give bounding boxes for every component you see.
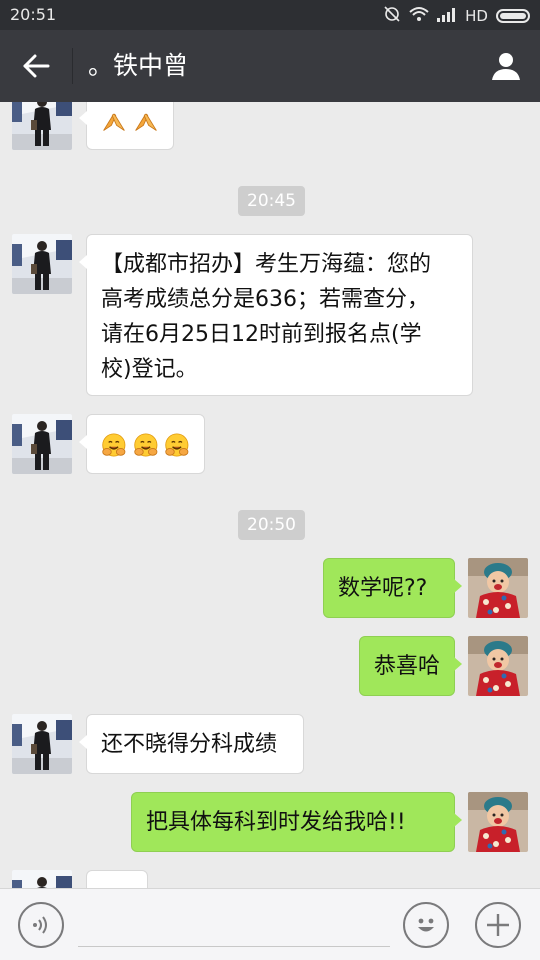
input-bar: [0, 888, 540, 960]
message-text: 把具体每科到时发给我哈!!: [146, 810, 406, 835]
message-bubble-received[interactable]: [79, 414, 205, 474]
person-icon: [492, 53, 520, 80]
nav-divider: [72, 48, 73, 84]
message-timestamp: 20:45: [238, 186, 305, 216]
hug-face-icon: [133, 431, 159, 459]
contact-avatar[interactable]: [12, 714, 72, 774]
status-bar: 20:51 HD: [0, 0, 540, 30]
praying-hands-icon: [101, 107, 127, 135]
message-bubble-received[interactable]: [79, 102, 174, 150]
message-timestamp: 20:50: [238, 510, 305, 540]
my-avatar[interactable]: [468, 558, 528, 618]
contact-avatar[interactable]: [12, 234, 72, 294]
message-line: 【成都市招办】考生万海蕴：您的: [101, 252, 432, 277]
message-bubble-received[interactable]: 还不晓得分科成绩: [79, 714, 304, 774]
message-text: 数学呢??: [338, 576, 428, 601]
message-bubble-received[interactable]: [86, 870, 148, 888]
contact-avatar[interactable]: [12, 102, 72, 150]
chat-title: 。铁中曾: [88, 51, 189, 80]
battery-icon: [496, 9, 530, 23]
chat-area[interactable]: 20:45 【成都市招办】考生万海蕴：您的 高考成绩总分是636；若需查分， 请…: [0, 102, 540, 888]
network-type: HD: [465, 7, 488, 25]
contact-avatar[interactable]: [12, 414, 72, 474]
nav-bar: 。铁中曾: [0, 30, 540, 102]
hug-face-icon: [101, 431, 127, 459]
my-avatar[interactable]: [468, 636, 528, 696]
message-line: 校)登记。: [101, 357, 198, 382]
contact-avatar[interactable]: [12, 870, 72, 888]
voice-icon: [33, 916, 47, 934]
message-line: 高考成绩总分是636；若需查分，: [101, 287, 429, 312]
wifi-icon: [409, 6, 429, 26]
profile-button[interactable]: [486, 46, 526, 86]
mute-icon: [383, 5, 401, 27]
signal-icon: [437, 7, 457, 26]
hug-face-icon: [164, 431, 190, 459]
status-time: 20:51: [10, 5, 57, 24]
praying-hands-icon: [133, 107, 159, 135]
message-bubble-sent[interactable]: 恭喜哈: [359, 636, 462, 696]
plus-icon: [487, 914, 509, 936]
voice-button[interactable]: [18, 902, 64, 948]
emoji-button[interactable]: [403, 902, 449, 948]
more-button[interactable]: [475, 902, 521, 948]
my-avatar[interactable]: [468, 792, 528, 852]
smiley-icon: [418, 918, 434, 932]
message-input[interactable]: [78, 903, 390, 947]
message-bubble-sent[interactable]: 把具体每科到时发给我哈!!: [131, 792, 462, 852]
message-line: 请在6月25日12时前到报名点(学: [101, 322, 422, 347]
arrow-left-icon: [23, 54, 50, 78]
message-bubble-sent[interactable]: 数学呢??: [323, 558, 462, 618]
message-text: 恭喜哈: [374, 654, 441, 679]
message-bubble-received[interactable]: 【成都市招办】考生万海蕴：您的 高考成绩总分是636；若需查分， 请在6月25日…: [79, 234, 473, 396]
back-button[interactable]: [16, 48, 56, 84]
message-text: 还不晓得分科成绩: [101, 732, 278, 757]
